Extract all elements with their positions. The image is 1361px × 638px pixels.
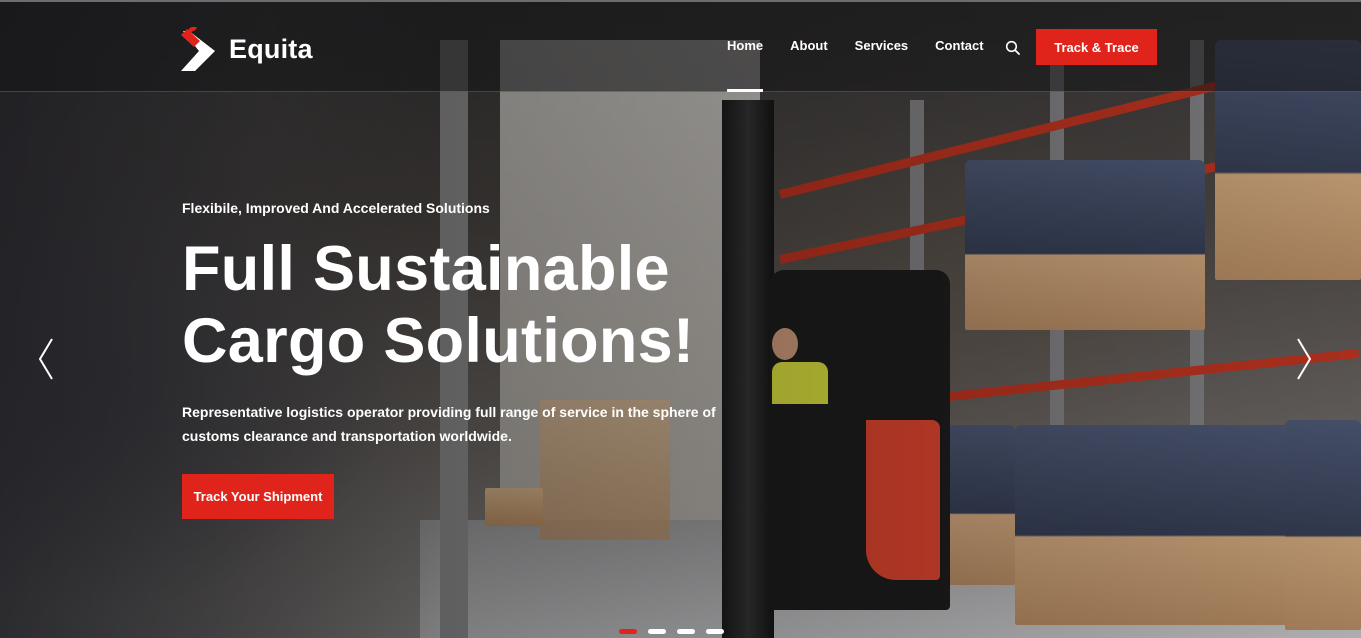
hero-eyebrow: Flexibile, Improved And Accelerated Solu…: [182, 200, 490, 216]
search-icon[interactable]: [1005, 40, 1021, 56]
slider-dot-3[interactable]: [677, 629, 695, 634]
hero-headline-line-1: Full Sustainable: [182, 234, 670, 304]
nav-item-home[interactable]: Home: [727, 38, 764, 92]
slider-dot-2[interactable]: [648, 629, 666, 634]
logo-icon: [181, 25, 217, 71]
hero-description: Representative logistics operator provid…: [182, 404, 716, 444]
hero-headline: Full Sustainable Cargo Solutions!: [182, 233, 782, 377]
main-nav: Home About Services Contact: [727, 38, 1011, 92]
track-and-trace-button[interactable]: Track & Trace: [1036, 29, 1157, 65]
site-header: Equita Home About Services Contact Track…: [0, 2, 1361, 92]
nav-item-contact[interactable]: Contact: [935, 38, 983, 53]
nav-item-services[interactable]: Services: [855, 38, 909, 53]
slider-dot-1[interactable]: [619, 629, 637, 634]
track-shipment-button[interactable]: Track Your Shipment: [182, 474, 334, 519]
logo[interactable]: Equita: [181, 25, 313, 71]
slider-dot-4[interactable]: [706, 629, 724, 634]
chevron-right-icon[interactable]: [1294, 337, 1314, 381]
nav-item-about[interactable]: About: [790, 38, 828, 53]
hero-headline-line-2: Cargo Solutions!: [182, 306, 695, 376]
slider-pagination: [619, 629, 735, 634]
chevron-left-icon[interactable]: [36, 337, 56, 381]
brand-name: Equita: [229, 33, 313, 64]
